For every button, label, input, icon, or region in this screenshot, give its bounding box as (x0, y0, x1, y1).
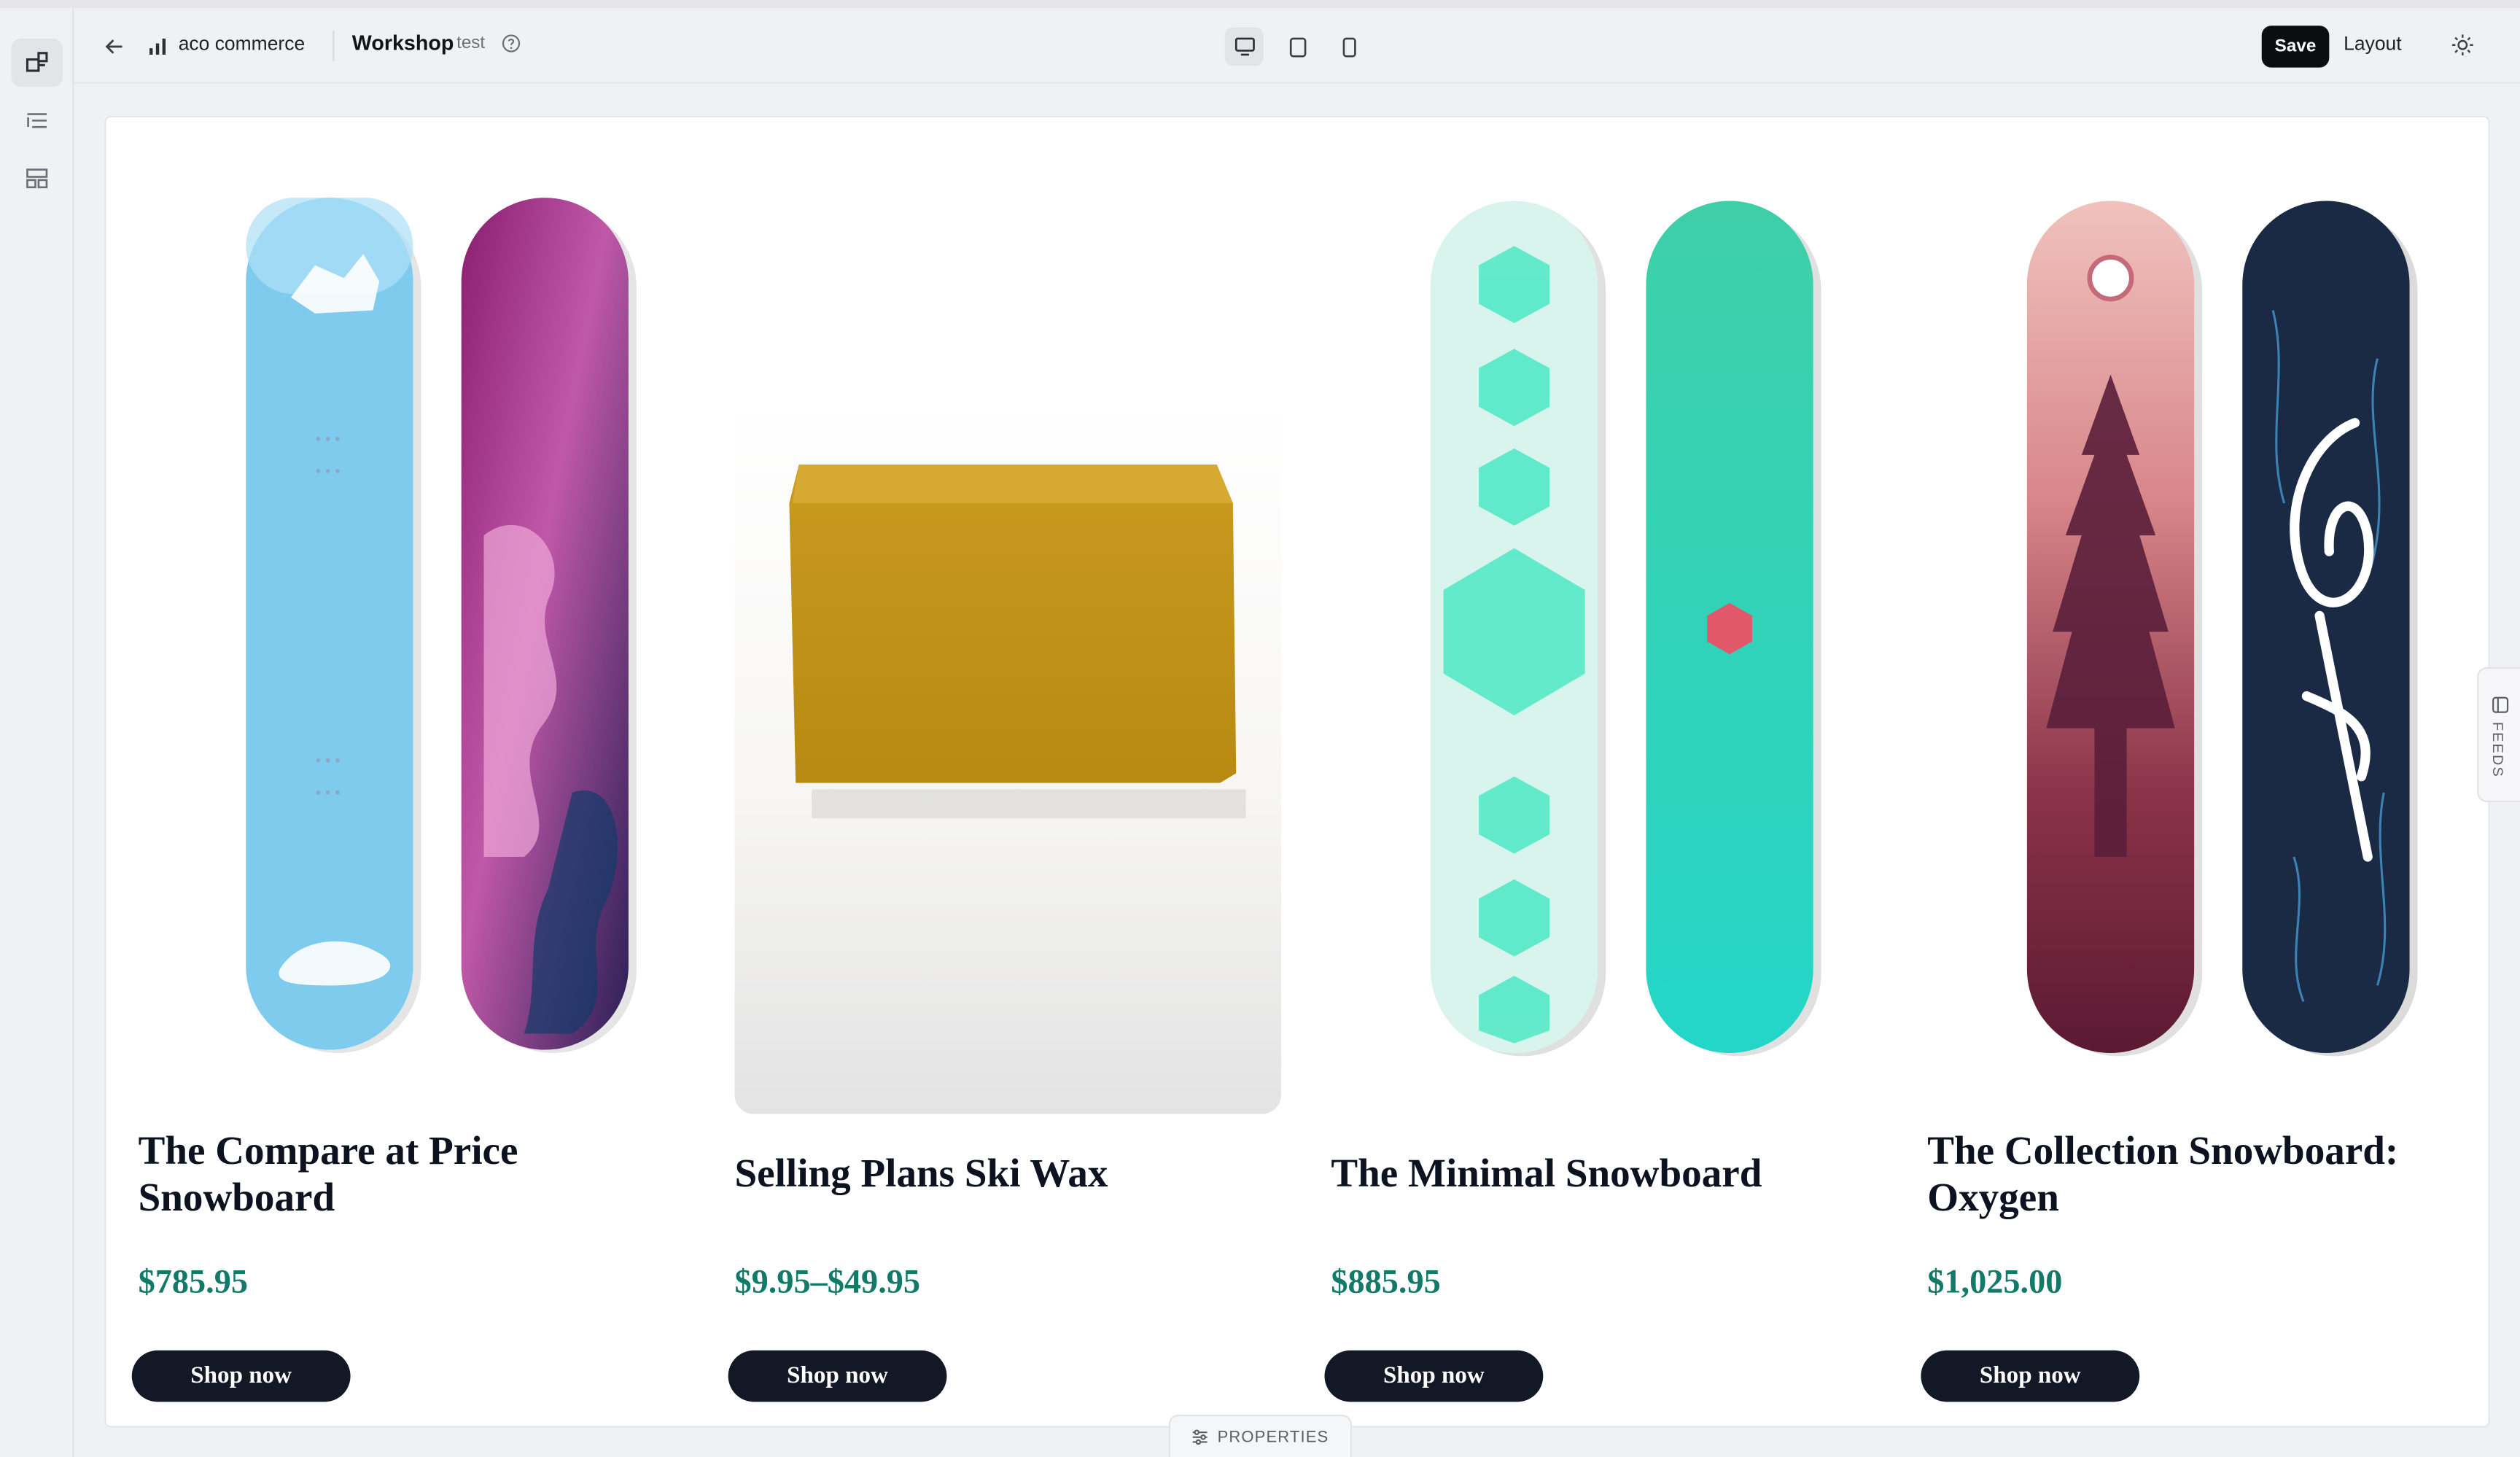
window-top-line (0, 0, 2520, 9)
product-image[interactable] (734, 182, 1281, 1114)
sections-icon (26, 52, 48, 72)
product-image[interactable] (1927, 182, 2474, 1114)
product-card[interactable]: The Collection Snowboard: Oxygen $1,025.… (1895, 117, 2488, 1426)
product-price: $885.95 (1331, 1262, 1441, 1301)
back-button[interactable] (100, 32, 129, 61)
templates-icon (26, 168, 48, 189)
product-price: $9.95–$49.95 (734, 1262, 921, 1301)
sun-icon[interactable] (2451, 34, 2474, 56)
product-price: $1,025.00 (1927, 1262, 2063, 1301)
tablet-view-button[interactable] (1278, 27, 1317, 66)
product-title[interactable]: The Compare at Price Snowboard (139, 1127, 685, 1223)
properties-icon (1193, 1429, 1208, 1445)
desktop-icon (1234, 37, 1254, 56)
layout-button[interactable]: Layout (2344, 32, 2401, 55)
product-title[interactable]: Selling Plans Ski Wax (734, 1127, 1281, 1223)
properties-tab[interactable]: PROPERTIES (1168, 1414, 1352, 1457)
shop-now-button[interactable]: Shop now (131, 1350, 351, 1402)
help-circle-icon[interactable] (502, 34, 521, 53)
product-title[interactable]: The Collection Snowboard: Oxygen (1927, 1127, 2474, 1223)
tablet-icon (1288, 36, 1306, 57)
feeds-tab[interactable]: FEEDS (2477, 667, 2520, 803)
mobile-view-button[interactable] (1329, 27, 1368, 66)
topbar-divider (332, 30, 335, 61)
back-arrow-icon (105, 39, 122, 54)
desktop-view-button[interactable] (1224, 27, 1264, 66)
product-image[interactable] (139, 182, 685, 1114)
product-title[interactable]: The Minimal Snowboard (1331, 1127, 1878, 1223)
shop-now-button[interactable]: Shop now (1921, 1350, 2140, 1402)
feeds-icon (2492, 696, 2509, 713)
editor-topbar: aco commerce Workshop test Save Layout (74, 8, 2520, 84)
shop-now-button[interactable]: Shop now (728, 1350, 947, 1402)
mobile-icon (1342, 36, 1356, 57)
feeds-label: FEEDS (2489, 721, 2506, 779)
page-title: Workshop (351, 30, 454, 55)
outline-list-icon (27, 113, 47, 128)
properties-label: PROPERTIES (1217, 1428, 1329, 1446)
preview-canvas: The Compare at Price Snowboard $785.95 S… (104, 115, 2490, 1428)
store-name[interactable]: aco commerce (179, 32, 306, 55)
bar-chart-icon (149, 38, 166, 55)
product-card[interactable]: The Minimal Snowboard $885.95 Shop now (1299, 117, 1895, 1426)
rail-templates-button[interactable] (11, 155, 63, 203)
product-price: $785.95 (138, 1262, 249, 1301)
save-button[interactable]: Save (2261, 26, 2330, 68)
product-card[interactable]: The Compare at Price Snowboard $785.95 S… (106, 117, 702, 1426)
page-subtitle: test (456, 34, 486, 53)
left-rail (0, 8, 74, 1457)
product-card[interactable]: Selling Plans Ski Wax $9.95–$49.95 Shop … (702, 117, 1299, 1426)
shop-now-button[interactable]: Shop now (1324, 1350, 1544, 1402)
product-image[interactable] (1331, 182, 1878, 1114)
app-frame: aco commerce Workshop test Save Layout T… (0, 0, 2520, 1457)
rail-sections-button[interactable] (11, 38, 63, 88)
rail-outline-button[interactable] (11, 96, 63, 144)
